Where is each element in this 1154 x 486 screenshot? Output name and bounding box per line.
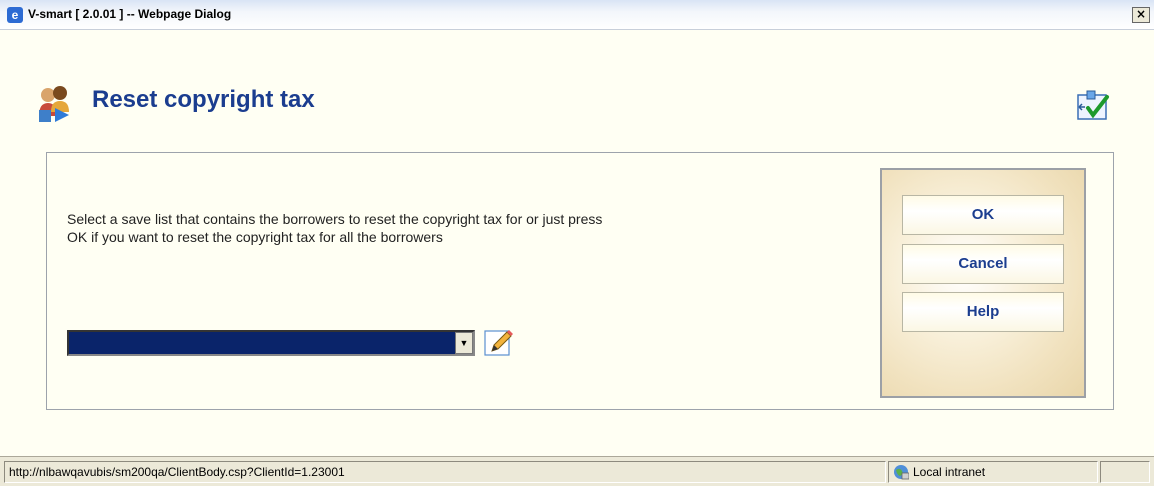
instructions-text: Select a save list that contains the bor… [67, 210, 837, 246]
zone-label: Local intranet [913, 465, 986, 479]
borrowers-icon [39, 86, 69, 122]
window-title: V-smart [ 2.0.01 ] -- Webpage Dialog [28, 7, 232, 21]
help-button[interactable]: Help [902, 292, 1064, 332]
instructions-line-2: OK if you want to reset the copyright ta… [67, 229, 443, 245]
ie-icon: e [7, 7, 23, 23]
resize-grip[interactable] [1100, 461, 1150, 483]
savelist-select[interactable]: ▼ [67, 330, 475, 356]
intranet-globe-icon [894, 465, 909, 480]
page-title: Reset copyright tax [92, 86, 315, 113]
pencil-icon[interactable] [484, 328, 514, 358]
instructions-line-1: Select a save list that contains the bor… [67, 211, 603, 227]
status-url: http://nlbawqavubis/sm200qa/ClientBody.c… [4, 461, 886, 483]
ok-button[interactable]: OK [902, 195, 1064, 235]
security-zone: Local intranet [888, 461, 1098, 483]
close-button[interactable]: × [1132, 7, 1150, 23]
layout-settings-icon[interactable] [1076, 89, 1110, 123]
chevron-down-icon[interactable]: ▼ [455, 332, 473, 354]
window-titlebar: e V-smart [ 2.0.01 ] -- Webpage Dialog × [0, 0, 1154, 30]
cancel-button[interactable]: Cancel [902, 244, 1064, 284]
status-bar: http://nlbawqavubis/sm200qa/ClientBody.c… [0, 456, 1154, 486]
